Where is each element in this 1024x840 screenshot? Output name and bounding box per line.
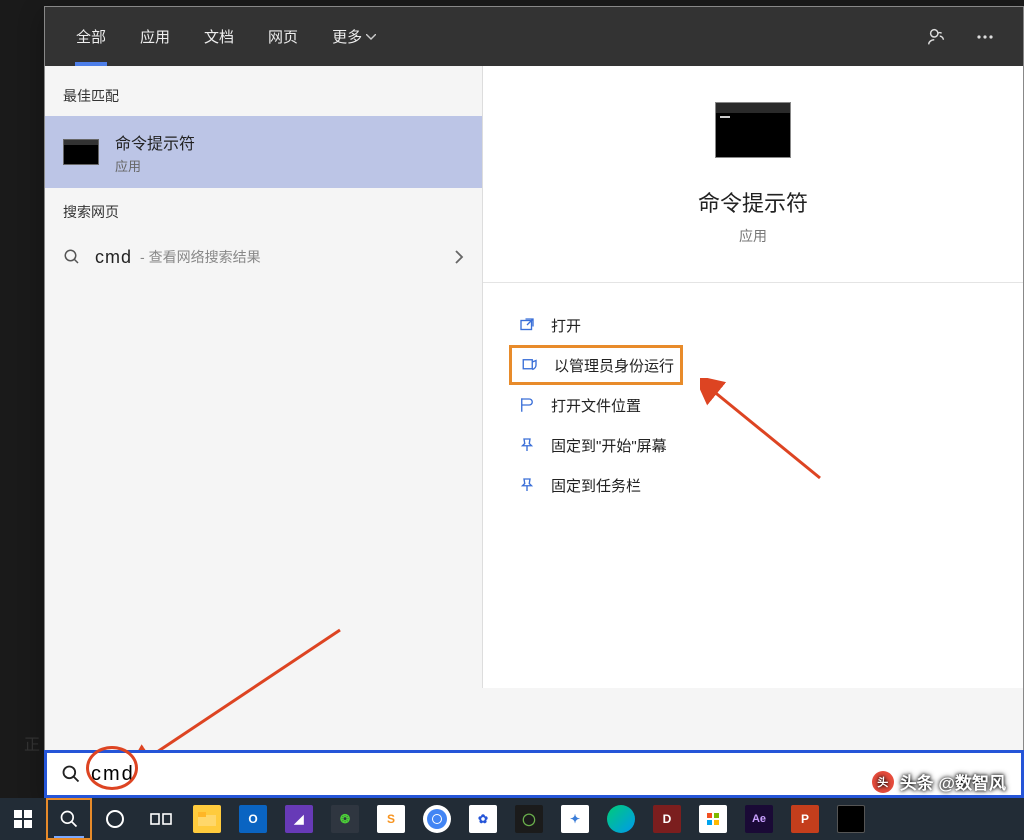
annotation-circle — [86, 746, 138, 790]
best-match-result[interactable]: 命令提示符 应用 — [45, 116, 482, 188]
taskbar-taskview[interactable] — [138, 798, 184, 840]
taskbar-wechat[interactable]: ❂ — [322, 798, 368, 840]
watermark-text: 头条 @数智风 — [900, 769, 1006, 794]
taskbar-baidu[interactable]: ✿ — [460, 798, 506, 840]
taskbar-wechat-work[interactable]: ✦ — [552, 798, 598, 840]
cmd-icon — [63, 134, 99, 170]
search-content: 最佳匹配 命令提示符 应用 搜索网页 cmd - 查看网络搜索结果 — [45, 66, 1023, 688]
search-icon — [63, 248, 83, 266]
taskbar-edge[interactable] — [598, 798, 644, 840]
windows-search-panel: 全部 应用 文档 网页 更多 最佳匹配 命令提示符 应用 — [44, 6, 1024, 798]
chevron-down-icon — [366, 34, 376, 40]
search-icon — [61, 764, 81, 784]
folder-icon — [515, 393, 539, 417]
taskbar-powerpoint[interactable]: P — [782, 798, 828, 840]
taskbar-aftereffects[interactable]: Ae — [736, 798, 782, 840]
tab-web[interactable]: 网页 — [251, 7, 315, 66]
taskbar-chrome[interactable] — [414, 798, 460, 840]
open-icon — [515, 313, 539, 337]
preview-column: 命令提示符 应用 打开 以管理员身份运行 打开 — [483, 66, 1023, 688]
action-label: 打开文件位置 — [551, 395, 641, 416]
tab-documents[interactable]: 文档 — [187, 7, 251, 66]
pin-icon — [515, 473, 539, 497]
taskbar-diablo[interactable]: D — [644, 798, 690, 840]
taskbar-cortana[interactable] — [92, 798, 138, 840]
preview-subtitle: 应用 — [739, 226, 767, 246]
result-title: 命令提示符 — [115, 130, 195, 154]
taskbar-store[interactable] — [690, 798, 736, 840]
taskbar: O ◢ ❂ S ✿ ◯ ✦ D Ae P — [0, 798, 1024, 840]
taskbar-iris[interactable]: ◢ — [276, 798, 322, 840]
truncated-background-text: 正 — [24, 731, 42, 749]
web-hint: - 查看网络搜索结果 — [140, 247, 261, 267]
action-pin-start[interactable]: 固定到"开始"屏幕 — [509, 425, 1023, 465]
tab-all[interactable]: 全部 — [59, 7, 123, 66]
feedback-icon[interactable] — [913, 13, 961, 61]
taskbar-sogou[interactable]: S — [368, 798, 414, 840]
taskbar-explorer[interactable] — [184, 798, 230, 840]
action-label: 固定到"开始"屏幕 — [551, 435, 667, 456]
results-column: 最佳匹配 命令提示符 应用 搜索网页 cmd - 查看网络搜索结果 — [45, 66, 483, 688]
section-best-match: 最佳匹配 — [45, 72, 482, 116]
shield-icon — [518, 353, 542, 377]
action-label: 打开 — [551, 315, 581, 336]
result-subtitle: 应用 — [115, 156, 195, 175]
action-label: 以管理员身份运行 — [554, 355, 674, 376]
taskbar-outlook[interactable]: O — [230, 798, 276, 840]
action-pin-taskbar[interactable]: 固定到任务栏 — [509, 465, 1023, 505]
chevron-right-icon — [454, 249, 464, 265]
taskbar-cmd[interactable] — [828, 798, 874, 840]
action-label: 固定到任务栏 — [551, 475, 641, 496]
options-icon[interactable] — [961, 13, 1009, 61]
web-search-result[interactable]: cmd - 查看网络搜索结果 — [45, 232, 482, 282]
pin-icon — [515, 433, 539, 457]
watermark-logo-icon: 头 — [872, 771, 894, 793]
action-open[interactable]: 打开 — [509, 305, 1023, 345]
web-query-text: cmd — [95, 247, 132, 268]
action-run-as-admin[interactable]: 以管理员身份运行 — [518, 353, 674, 377]
tab-apps[interactable]: 应用 — [123, 7, 187, 66]
watermark: 头 头条 @数智风 — [872, 769, 1006, 794]
search-tabs-bar: 全部 应用 文档 网页 更多 — [45, 7, 1023, 66]
section-search-web: 搜索网页 — [45, 188, 482, 232]
taskbar-app-green[interactable]: ◯ — [506, 798, 552, 840]
action-open-location[interactable]: 打开文件位置 — [509, 385, 1023, 425]
preview-actions: 打开 以管理员身份运行 打开文件位置 固定到"开始"屏幕 — [483, 282, 1023, 505]
tab-more[interactable]: 更多 — [315, 7, 393, 66]
start-button[interactable] — [0, 798, 46, 840]
taskbar-search-button[interactable] — [46, 798, 92, 840]
annotation-highlight-admin: 以管理员身份运行 — [509, 345, 683, 385]
preview-app-icon — [715, 102, 791, 158]
preview-title: 命令提示符 — [698, 186, 808, 218]
